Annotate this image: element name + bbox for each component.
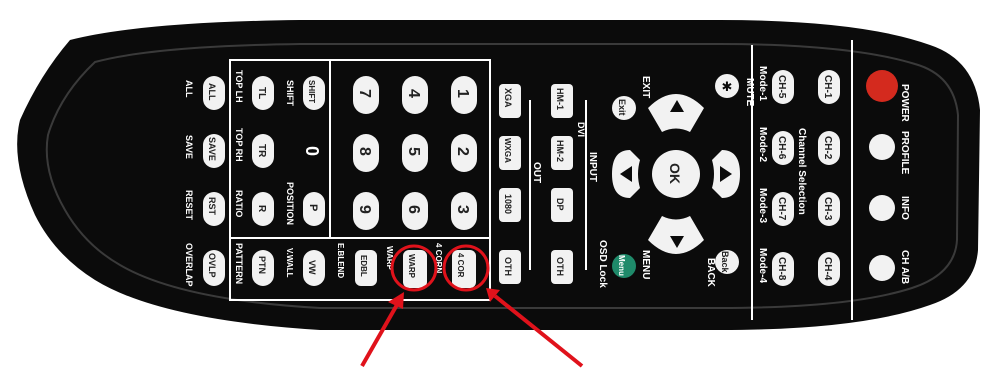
number-keypad: 1 2 3 4 5 6 7 8 9 (353, 76, 477, 230)
hm1-text: HM-1 (555, 88, 565, 110)
r-text: R (256, 205, 267, 213)
profile-button[interactable] (869, 134, 895, 160)
ch3-text: CH-3 (822, 197, 833, 221)
ch2-text: CH-2 (822, 136, 833, 160)
ovlp-text: OVLP (207, 253, 217, 278)
key-1-text: 1 (454, 89, 471, 98)
ch4-text: CH-4 (822, 257, 833, 281)
chab-button[interactable] (869, 255, 895, 281)
ptn-text: PTN (257, 256, 267, 274)
key-4-text: 4 (405, 89, 422, 98)
all-label: ALL (184, 80, 194, 98)
back-button-text: Back (720, 251, 730, 274)
mode3-label: Mode-3 (757, 188, 768, 223)
info-button[interactable] (869, 195, 895, 221)
key-0-text[interactable]: 0 (302, 146, 322, 156)
out-label: OUT (531, 162, 542, 183)
mode2-label: Mode-2 (757, 127, 768, 162)
all-text: ALL (207, 83, 217, 101)
mode1-label: Mode-1 (757, 66, 768, 101)
out-1080-text: 1080 (503, 194, 513, 214)
channel-selection-label: Channel Selection (796, 128, 807, 215)
edbl-text: EDBL (359, 255, 368, 277)
save-label: SAVE (184, 135, 194, 159)
tl-text: TL (256, 87, 267, 99)
key-5-text: 5 (405, 147, 422, 156)
power-label: POWER (899, 84, 910, 123)
profile-label: PROFILE (899, 131, 910, 175)
key-7-text: 7 (356, 89, 373, 98)
mute-label: MUTE (744, 78, 755, 107)
ratio-label: RATIO (234, 190, 244, 217)
ch6-text: CH-6 (776, 136, 787, 160)
mute-icon: ✱ (722, 80, 733, 95)
out-oth-text: OTH (503, 257, 513, 276)
key-8-text: 8 (356, 147, 373, 156)
menu-button-text: Menu (617, 255, 626, 276)
dp-text: DP (555, 198, 565, 211)
xga-text: XGA (503, 88, 513, 108)
key-6-text: 6 (405, 205, 422, 214)
toprh-label: TOP RH (234, 128, 244, 162)
toplh-label: TOP LH (234, 70, 244, 103)
save-text: SAVE (207, 137, 217, 161)
input-label: INPUT (587, 152, 598, 182)
input-oth-text: OTH (555, 257, 565, 276)
chab-label: CH A/B (899, 250, 910, 284)
ch1-text: CH-1 (822, 75, 833, 99)
reset-label: RESET (184, 190, 194, 221)
menu-label: MENU (640, 250, 651, 279)
position-label: POSITION (285, 182, 295, 225)
key-9-text: 9 (356, 205, 373, 214)
ch7-text: CH-7 (776, 197, 787, 221)
ok-text: OK (667, 163, 683, 184)
tr-text: TR (256, 144, 267, 158)
mode4-label: Mode-4 (757, 248, 768, 283)
shift-button-text: SHIFT (307, 80, 316, 103)
shift-label: SHIFT (285, 80, 295, 107)
hm2-text: HM-2 (555, 140, 565, 162)
key-2-text: 2 (454, 147, 471, 156)
overlap-label: OVERLAP (184, 243, 194, 287)
ch5-text: CH-5 (776, 75, 787, 99)
info-label: INFO (899, 196, 910, 220)
back-label: BACK (705, 258, 716, 288)
rst-text: RST (207, 197, 217, 216)
power-button[interactable] (866, 70, 898, 102)
vw-text: VW (307, 260, 317, 275)
dvi-label: DVI (576, 122, 586, 137)
pattern-label: PATTERN (234, 243, 244, 284)
remote-photo: POWER PROFILE INFO CH A/B CH-1 CH-2 CH-3… (17, 20, 980, 368)
p-button-text: P (307, 204, 319, 211)
wxga-text: WXGA (503, 138, 512, 163)
exit-button-text: Exit (617, 99, 627, 116)
exit-label: EXIT (640, 76, 651, 98)
warp-text: WARP (407, 254, 416, 279)
vwall-label: V.WALL (285, 248, 294, 278)
osd-lock-label: OSD Lock (597, 240, 608, 288)
eblend-label: E.BLEND (336, 243, 345, 278)
ch8-text: CH-8 (776, 257, 787, 281)
four-cor-text: 4 COR (456, 253, 465, 278)
key-3-text: 3 (454, 205, 471, 214)
